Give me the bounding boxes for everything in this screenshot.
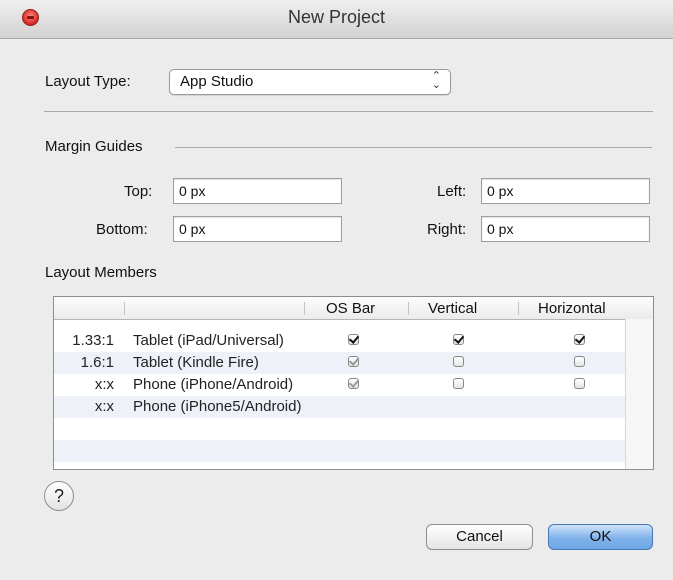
layout-type-label: Layout Type: xyxy=(45,73,131,90)
window-title: New Project xyxy=(287,7,386,27)
table-row-empty xyxy=(54,418,625,440)
top-margin-input[interactable] xyxy=(173,178,342,204)
os-bar-checkbox[interactable] xyxy=(348,378,359,389)
table-row[interactable]: 1.6:1 Tablet (Kindle Fire) xyxy=(54,352,625,374)
select-arrows-icon: ⌃ ⌄ xyxy=(431,70,441,91)
header-separator xyxy=(124,302,125,315)
table-row[interactable]: x:x Phone (iPhone/Android) xyxy=(54,374,625,396)
left-margin-input[interactable] xyxy=(481,178,650,204)
cancel-button[interactable]: Cancel xyxy=(426,524,533,550)
layout-members-table[interactable]: OS Bar Vertical Horizontal 1.33:1 Tablet… xyxy=(53,296,654,470)
device-name-cell: Phone (iPhone5/Android) xyxy=(133,398,302,415)
top-label: Top: xyxy=(124,183,153,200)
ratio-cell: x:x xyxy=(94,376,114,393)
layout-type-value: App Studio xyxy=(180,73,254,90)
ratio-cell: 1.33:1 xyxy=(72,332,114,349)
right-label: Right: xyxy=(427,221,467,238)
horizontal-checkbox[interactable] xyxy=(574,356,585,367)
vertical-checkbox[interactable] xyxy=(453,356,464,367)
table-scrollbar[interactable] xyxy=(625,319,653,469)
device-name-cell: Tablet (Kindle Fire) xyxy=(133,354,259,371)
vertical-checkbox[interactable] xyxy=(453,378,464,389)
table-row-empty xyxy=(54,440,625,462)
horizontal-checkbox[interactable] xyxy=(574,378,585,389)
margin-guides-label: Margin Guides xyxy=(45,138,143,155)
horizontal-checkbox[interactable] xyxy=(574,334,585,345)
section-divider xyxy=(44,111,653,112)
os-bar-checkbox[interactable] xyxy=(348,334,359,345)
column-header-vertical[interactable]: Vertical xyxy=(428,300,477,317)
ratio-cell: x:x xyxy=(94,398,114,415)
left-label: Left: xyxy=(437,183,467,200)
os-bar-checkbox[interactable] xyxy=(348,356,359,367)
vertical-checkbox[interactable] xyxy=(453,334,464,345)
help-button[interactable]: ? xyxy=(44,481,74,511)
layout-type-select[interactable]: App Studio ⌃ ⌄ xyxy=(169,69,451,95)
table-row[interactable]: x:x Phone (iPhone5/Android) xyxy=(54,396,625,418)
bottom-label: Bottom: xyxy=(96,221,148,238)
column-header-os-bar[interactable]: OS Bar xyxy=(326,300,375,317)
header-separator xyxy=(518,302,519,315)
new-project-dialog: New Project Layout Type: App Studio ⌃ ⌄ M… xyxy=(0,0,673,580)
table-row[interactable]: 1.33:1 Tablet (iPad/Universal) xyxy=(54,330,625,352)
bottom-margin-input[interactable] xyxy=(173,216,342,242)
right-margin-input[interactable] xyxy=(481,216,650,242)
column-header-horizontal[interactable]: Horizontal xyxy=(538,300,606,317)
layout-members-label: Layout Members xyxy=(45,264,157,281)
title-bar[interactable]: New Project xyxy=(0,0,673,39)
ok-button[interactable]: OK xyxy=(548,524,653,550)
ratio-cell: 1.6:1 xyxy=(80,354,114,371)
margin-guides-divider xyxy=(175,147,652,148)
device-name-cell: Phone (iPhone/Android) xyxy=(133,376,294,393)
header-separator xyxy=(304,302,305,315)
header-separator xyxy=(408,302,409,315)
table-header: OS Bar Vertical Horizontal xyxy=(54,297,653,320)
device-name-cell: Tablet (iPad/Universal) xyxy=(133,332,284,349)
